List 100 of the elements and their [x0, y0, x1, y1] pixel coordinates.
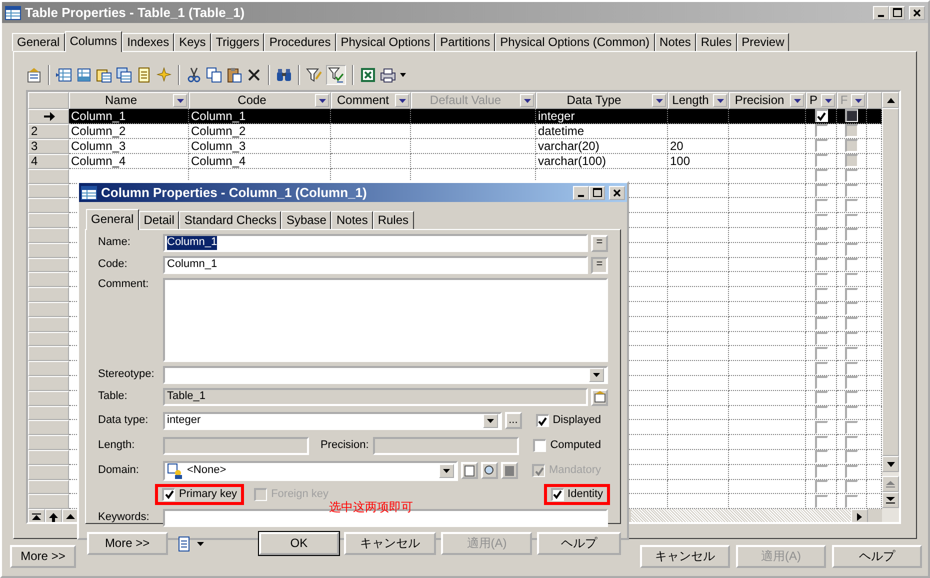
printer-icon[interactable] — [176, 536, 192, 552]
button[interactable]: キャンセル — [344, 532, 436, 555]
checkbox[interactable] — [845, 436, 858, 448]
checkbox[interactable] — [814, 317, 828, 330]
browse-button[interactable]: ... — [504, 412, 522, 430]
checkbox[interactable] — [814, 258, 828, 271]
tab[interactable]: Notes — [654, 33, 696, 51]
add-columns-icon[interactable] — [96, 67, 112, 83]
checkbox[interactable]: Identity — [550, 488, 603, 501]
checkbox[interactable] — [814, 391, 828, 404]
code-field[interactable]: Column_1 — [163, 256, 588, 274]
checkbox[interactable] — [845, 494, 858, 508]
checkbox[interactable]: Primary key — [162, 488, 238, 501]
properties-icon[interactable] — [501, 462, 518, 480]
checkbox[interactable]: Computed — [533, 439, 601, 452]
row-header[interactable] — [28, 108, 69, 124]
column-header[interactable]: P — [806, 92, 837, 109]
checkbox[interactable] — [845, 154, 858, 168]
close-button[interactable] — [909, 6, 925, 20]
checkbox[interactable] — [814, 124, 828, 138]
checkbox[interactable] — [845, 258, 858, 271]
checkbox[interactable] — [814, 362, 828, 375]
caret-icon[interactable] — [400, 73, 406, 77]
checkbox[interactable] — [845, 228, 858, 242]
checkbox[interactable] — [845, 169, 858, 182]
checkbox[interactable] — [845, 109, 858, 122]
cut-icon[interactable] — [186, 67, 202, 83]
tab[interactable]: Sybase — [281, 211, 332, 229]
column-header[interactable]: Length — [668, 92, 729, 109]
checkbox[interactable] — [845, 184, 858, 197]
checkbox[interactable] — [845, 288, 858, 301]
tab[interactable]: Physical Options (Common) — [495, 33, 655, 51]
checkbox[interactable] — [845, 362, 858, 375]
equals-button[interactable]: = — [591, 234, 608, 252]
close-button[interactable] — [609, 186, 625, 200]
tab[interactable]: Notes — [331, 211, 373, 229]
scroll-right-button[interactable] — [851, 509, 868, 522]
checkbox[interactable] — [845, 376, 858, 390]
checkbox[interactable] — [814, 465, 828, 478]
dropdown-button[interactable] — [482, 414, 498, 428]
domain-combobox[interactable]: <None> — [163, 460, 458, 481]
add-row-icon[interactable] — [76, 67, 92, 83]
checkbox[interactable] — [814, 243, 828, 256]
checkbox[interactable] — [814, 332, 828, 345]
tab[interactable]: Rules — [372, 211, 414, 229]
checkbox[interactable] — [814, 109, 828, 122]
properties-icon[interactable] — [591, 388, 608, 406]
move-down-button[interactable] — [882, 492, 899, 508]
checkbox[interactable] — [845, 317, 858, 330]
paste-icon[interactable] — [226, 67, 242, 83]
tab[interactable]: Detail — [138, 211, 180, 229]
checkbox[interactable] — [814, 346, 828, 360]
column-header[interactable]: Code — [189, 92, 331, 109]
tab[interactable]: Partitions — [435, 33, 496, 51]
move-up-button[interactable] — [45, 509, 62, 522]
new-document-icon[interactable] — [461, 462, 478, 480]
search-icon[interactable] — [481, 462, 498, 480]
tab[interactable]: Keys — [174, 33, 211, 51]
checkbox[interactable] — [814, 184, 828, 197]
checkbox[interactable] — [814, 139, 828, 152]
scroll-thumb[interactable] — [882, 108, 899, 456]
copy-icon[interactable] — [206, 67, 222, 83]
checkbox[interactable] — [814, 436, 828, 448]
checkbox[interactable] — [845, 465, 858, 478]
tab[interactable]: General — [86, 209, 139, 230]
tab[interactable]: Triggers — [210, 33, 264, 51]
checkbox[interactable] — [814, 302, 828, 316]
name-field[interactable]: Column_1 — [163, 234, 588, 252]
toggle-button[interactable] — [326, 65, 346, 85]
button[interactable]: ヘルプ — [537, 532, 621, 555]
tab[interactable]: Preview — [736, 33, 790, 51]
checkbox[interactable] — [814, 480, 828, 493]
button[interactable]: More >> — [10, 545, 76, 568]
find-icon[interactable] — [276, 67, 292, 83]
checkbox[interactable] — [845, 420, 858, 434]
scroll-down-button[interactable] — [882, 456, 899, 472]
properties-icon[interactable] — [26, 67, 42, 83]
checkbox[interactable] — [814, 154, 828, 168]
checkbox[interactable] — [814, 420, 828, 434]
checkbox[interactable] — [845, 450, 858, 464]
checkbox[interactable] — [845, 214, 858, 227]
minimize-button[interactable] — [573, 186, 589, 200]
checkbox[interactable] — [845, 302, 858, 316]
move-top-button[interactable] — [28, 509, 45, 522]
column-header[interactable]: Comment — [331, 92, 411, 109]
button[interactable]: More >> — [87, 532, 168, 555]
checkbox[interactable] — [845, 243, 858, 256]
checkbox[interactable] — [845, 346, 858, 360]
checkbox[interactable] — [814, 228, 828, 242]
checkbox[interactable] — [814, 169, 828, 182]
insert-row-icon[interactable] — [56, 67, 72, 83]
equals-button[interactable]: = — [591, 256, 608, 274]
checkbox[interactable] — [845, 272, 858, 286]
comment-field[interactable] — [163, 278, 608, 362]
tab[interactable]: Indexes — [122, 33, 174, 51]
row-header[interactable]: 4 — [28, 154, 69, 169]
filter-edit-icon[interactable] — [306, 67, 322, 83]
tab[interactable]: Rules — [696, 33, 737, 51]
dropdown-button[interactable] — [589, 368, 604, 382]
checkbox[interactable]: Displayed — [536, 414, 601, 428]
